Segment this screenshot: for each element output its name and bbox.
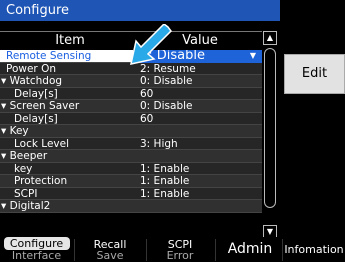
settings-row[interactable]: Delay[s] 60 bbox=[0, 87, 262, 100]
softkey-scpi-error[interactable]: SCPI Error bbox=[148, 237, 212, 262]
row-value-label: 0: Disable bbox=[140, 100, 193, 112]
softkey-save-label: Save bbox=[96, 249, 124, 262]
softkey-information[interactable]: Infomation bbox=[283, 237, 345, 262]
settings-row[interactable]: Protection 1: Enable bbox=[0, 175, 262, 188]
row-item-label: ▾ Key bbox=[1, 125, 29, 137]
scroll-thumb[interactable] bbox=[264, 48, 276, 208]
row-item-label: key bbox=[14, 162, 33, 175]
settings-group-screen-saver[interactable]: ▾ Screen Saver 0: Disable bbox=[0, 100, 262, 113]
row-value-label: 1: Enable bbox=[140, 187, 190, 200]
row-value-label: 60 bbox=[140, 87, 154, 100]
settings-list: Remote Sensing 0: Disable ▼ Power On 2: R… bbox=[0, 50, 262, 246]
softkey-configure-sublabel: Interface bbox=[11, 249, 62, 262]
settings-row[interactable]: Delay[s] 60 bbox=[0, 112, 262, 125]
row-value-label: 60 bbox=[140, 112, 154, 125]
scroll-up-icon[interactable]: ▲ bbox=[263, 31, 277, 45]
row-item-label: ▾ Watchdog bbox=[1, 75, 63, 87]
settings-row[interactable]: Lock Level 3: High bbox=[0, 137, 262, 150]
row-item-label: Lock Level bbox=[14, 137, 69, 150]
row-item-label: Delay[s] bbox=[14, 87, 58, 100]
dropdown-arrow-icon[interactable]: ▼ bbox=[250, 50, 256, 63]
settings-group-watchdog[interactable]: ▾ Watchdog 0: Disable bbox=[0, 75, 262, 88]
row-item-label: ▾ Beeper bbox=[1, 150, 48, 162]
row-item-label: ▾ Digital2 bbox=[1, 200, 51, 212]
softkey-recall-save[interactable]: Recall Save bbox=[76, 237, 144, 262]
row-value-label: 1: Enable bbox=[140, 175, 190, 187]
settings-group-beeper[interactable]: ▾ Beeper bbox=[0, 150, 262, 163]
row-item-label: Power On bbox=[6, 62, 57, 75]
softkey-divider bbox=[74, 239, 75, 261]
row-item-label: Protection bbox=[14, 175, 68, 187]
pointer-arrow-icon bbox=[130, 24, 172, 65]
settings-group-key[interactable]: ▾ Key bbox=[0, 125, 262, 138]
row-item-label: Remote Sensing bbox=[6, 50, 92, 62]
settings-group-digital2[interactable]: ▾ Digital2 bbox=[0, 200, 262, 213]
row-item-label: ▾ Screen Saver bbox=[1, 100, 80, 112]
softkey-divider bbox=[146, 239, 147, 261]
window-title: Configure bbox=[0, 0, 280, 21]
row-item-label: Delay[s] bbox=[14, 112, 58, 125]
softkey-configure[interactable]: Configure Interface bbox=[0, 237, 73, 262]
softkey-error-label: Error bbox=[166, 249, 194, 262]
softkey-admin[interactable]: Admin bbox=[218, 237, 282, 262]
row-item-label: SCPI bbox=[14, 187, 38, 200]
softkey-divider bbox=[215, 239, 216, 261]
softkey-bar: Configure Interface Recall Save SCPI Err… bbox=[0, 237, 345, 262]
row-value-label: 3: High bbox=[140, 137, 178, 150]
settings-row[interactable]: key 1: Enable bbox=[0, 162, 262, 175]
settings-row[interactable]: SCPI 1: Enable bbox=[0, 187, 262, 200]
row-value-label: 1: Enable bbox=[140, 162, 190, 175]
row-value-label: 0: Disable bbox=[140, 75, 193, 87]
edit-button[interactable]: Edit bbox=[284, 54, 345, 94]
list-scrollbar[interactable]: ▲ ▼ bbox=[263, 31, 278, 243]
column-header-item: Item bbox=[55, 33, 85, 48]
